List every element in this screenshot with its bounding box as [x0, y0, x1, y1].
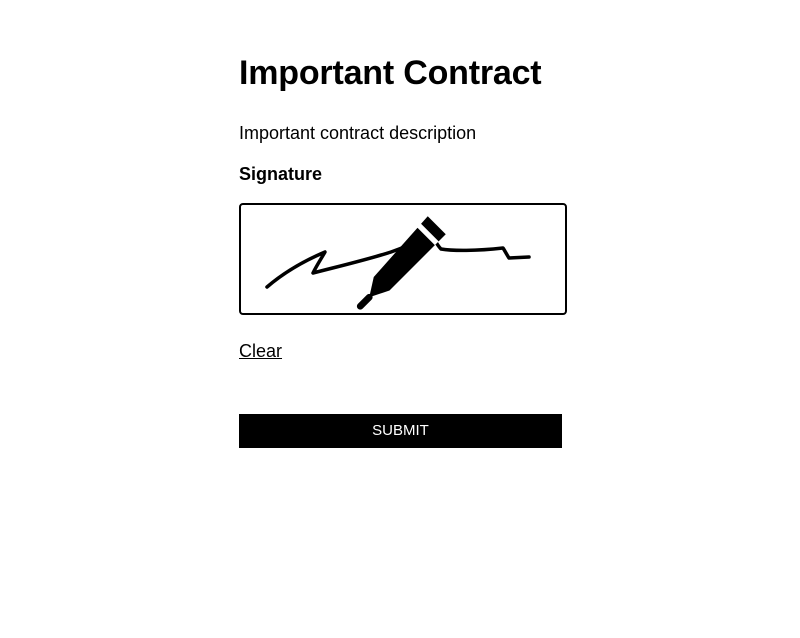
clear-signature-link[interactable]: Clear [239, 339, 282, 363]
contract-page: Important Contract Important contract de… [0, 0, 800, 638]
signature-pad[interactable] [239, 203, 567, 315]
contract-description: Important contract description [239, 123, 477, 143]
page-title: Important Contract [239, 54, 542, 92]
signature-label: Signature [239, 164, 323, 184]
pen-icon [356, 216, 446, 310]
submit-button[interactable]: SUBMIT [239, 414, 562, 448]
